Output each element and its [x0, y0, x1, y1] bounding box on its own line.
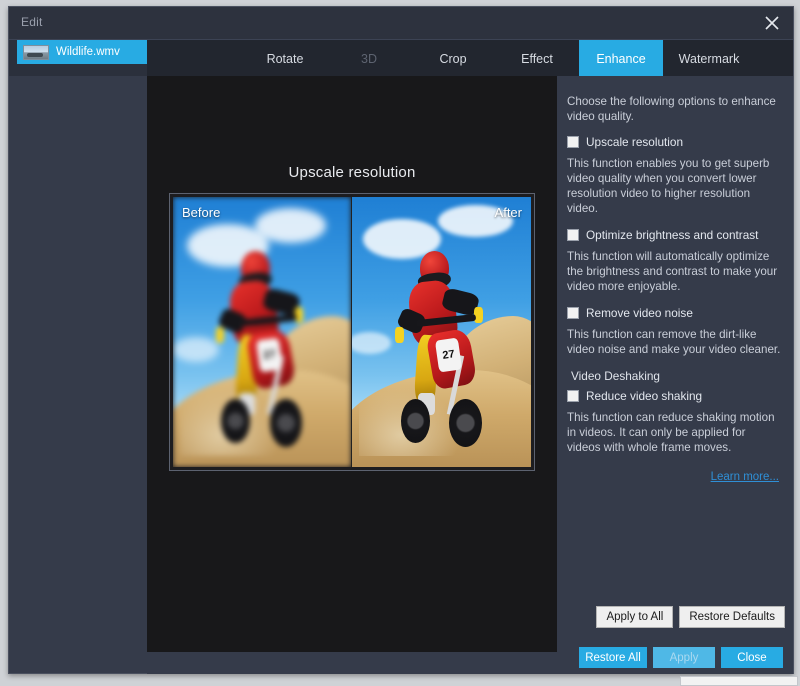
checkbox-reduce-video-shaking[interactable]: [567, 390, 579, 402]
edit-tabs: Rotate 3D Crop Effect Enhance Watermark: [147, 40, 793, 77]
dialog-footer: Restore All Apply Close: [147, 652, 793, 674]
after-label: After: [495, 205, 522, 220]
option-reduce-video-shaking[interactable]: Reduce video shaking: [567, 389, 781, 403]
before-image: 27: [173, 197, 351, 467]
file-list-sidebar: [9, 76, 147, 673]
edit-dialog-window: Edit Wildlife.wmv Rotate 3D Crop Effect …: [8, 6, 794, 674]
group-title-video-deshaking: Video Deshaking: [571, 369, 781, 383]
tab-strip: Wildlife.wmv Rotate 3D Crop Effect Enhan…: [9, 39, 793, 76]
tab-crop[interactable]: Crop: [411, 40, 495, 77]
before-plate-number: 27: [256, 337, 283, 372]
before-label: Before: [182, 205, 220, 220]
enhance-options-panel: Choose the following options to enhance …: [557, 76, 793, 652]
option-label: Optimize brightness and contrast: [586, 228, 758, 242]
checkbox-upscale-resolution[interactable]: [567, 136, 579, 148]
footer-buttons: Restore All Apply Close: [579, 647, 783, 668]
close-button[interactable]: Close: [721, 647, 783, 668]
restore-defaults-button[interactable]: Restore Defaults: [679, 606, 785, 628]
option-description-deshake: This function can reduce shaking motion …: [567, 410, 781, 455]
preview-area: Upscale resolution: [147, 76, 557, 652]
option-description-brightness: This function will automatically optimiz…: [567, 249, 781, 294]
option-optimize-brightness-contrast[interactable]: Optimize brightness and contrast: [567, 228, 781, 242]
close-icon[interactable]: [757, 11, 787, 35]
option-label: Reduce video shaking: [586, 389, 702, 403]
before-after-comparison: 27 Before: [169, 193, 535, 471]
option-description-upscale: This function enables you to get superb …: [567, 156, 781, 216]
host-app-strip: [680, 676, 798, 686]
file-tab-label: Wildlife.wmv: [56, 46, 120, 58]
learn-more-link[interactable]: Learn more...: [711, 471, 779, 483]
tab-enhance[interactable]: Enhance: [579, 40, 663, 77]
after-pane: 27 After: [352, 197, 531, 467]
apply-button: Apply: [653, 647, 715, 668]
option-label: Upscale resolution: [586, 135, 683, 149]
tab-rotate[interactable]: Rotate: [243, 40, 327, 77]
after-image: 27: [352, 197, 531, 467]
preview-title: Upscale resolution: [147, 164, 557, 181]
before-pane: 27 Before: [173, 197, 352, 467]
file-tab-wildlife[interactable]: Wildlife.wmv: [17, 40, 147, 64]
restore-all-button[interactable]: Restore All: [579, 647, 647, 668]
checkbox-optimize-brightness-contrast[interactable]: [567, 229, 579, 241]
tab-3d: 3D: [327, 40, 411, 77]
checkbox-remove-video-noise[interactable]: [567, 307, 579, 319]
option-description-noise: This function can remove the dirt-like v…: [567, 327, 781, 357]
panel-action-buttons: Apply to All Restore Defaults: [596, 606, 785, 628]
apply-to-all-button[interactable]: Apply to All: [596, 606, 673, 628]
option-label: Remove video noise: [586, 306, 693, 320]
options-intro-text: Choose the following options to enhance …: [567, 94, 781, 124]
title-bar: Edit: [9, 7, 793, 39]
window-title: Edit: [21, 15, 42, 29]
tabs-leading-spacer: [147, 40, 243, 77]
option-remove-video-noise[interactable]: Remove video noise: [567, 306, 781, 320]
app-root: Edit Wildlife.wmv Rotate 3D Crop Effect …: [0, 0, 800, 686]
tab-effect[interactable]: Effect: [495, 40, 579, 77]
option-upscale-resolution[interactable]: Upscale resolution: [567, 135, 781, 149]
tab-watermark[interactable]: Watermark: [663, 40, 755, 77]
learn-more-row: Learn more...: [567, 467, 781, 485]
video-thumbnail-icon: [23, 45, 49, 60]
